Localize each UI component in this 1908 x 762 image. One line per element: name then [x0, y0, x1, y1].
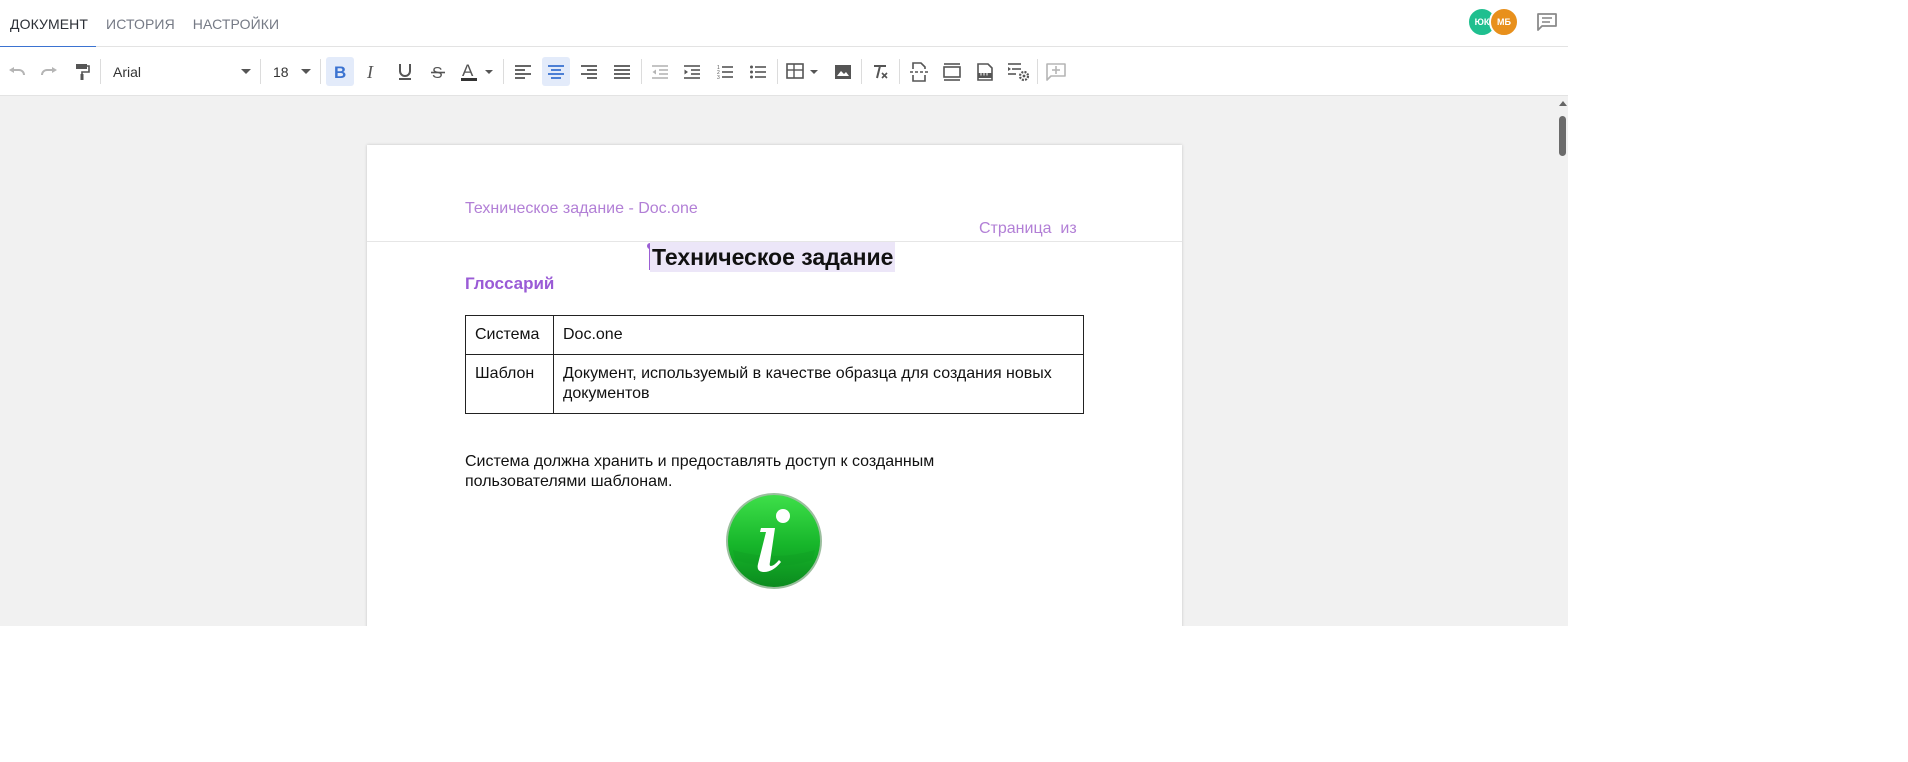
redo-icon	[41, 66, 57, 75]
numbered-list-button[interactable]: 123	[711, 57, 739, 86]
formatting-toolbar: Arial 18 B I S A 123	[0, 47, 1568, 96]
bold-button[interactable]: B	[326, 57, 354, 86]
indent-button[interactable]	[678, 57, 706, 86]
chevron-down-icon	[241, 69, 251, 74]
document-title[interactable]: Техническое задание	[650, 242, 896, 272]
italic-icon: I	[366, 64, 374, 80]
toolbar-separator	[100, 59, 101, 84]
avatar[interactable]: МБ	[1489, 7, 1519, 37]
numbered-list-icon: 123	[717, 65, 733, 79]
align-left-button[interactable]	[509, 57, 537, 86]
page-number-field[interactable]: Страница из	[979, 220, 1077, 238]
settings-icon	[1008, 62, 1030, 81]
strikethrough-icon: S	[431, 65, 445, 80]
svg-text:B: B	[334, 64, 346, 80]
scroll-up-arrow-icon[interactable]	[1559, 101, 1567, 106]
insert-image-button[interactable]	[829, 57, 857, 86]
scrollbar-thumb[interactable]	[1559, 116, 1566, 156]
underline-icon	[399, 63, 411, 80]
indent-icon	[684, 64, 700, 79]
glossary-heading[interactable]: Глоссарий	[465, 274, 554, 294]
table-row: Система Doc.one	[465, 315, 1084, 355]
bulleted-list-icon	[750, 65, 766, 78]
tab-settings[interactable]: НАСТРОЙКИ	[183, 0, 287, 47]
document-page[interactable]: Техническое задание - Doc.one Страница и…	[367, 145, 1182, 626]
add-comment-button[interactable]	[1042, 57, 1070, 86]
page-break-button[interactable]	[905, 57, 933, 86]
outdent-button[interactable]	[646, 57, 674, 86]
outdent-icon	[652, 64, 668, 79]
image-icon	[835, 64, 851, 79]
toolbar-separator	[1037, 59, 1038, 84]
align-center-button[interactable]	[542, 57, 570, 86]
clear-formatting-icon	[874, 64, 888, 79]
table-cell-term[interactable]: Шаблон	[465, 354, 554, 414]
toolbar-separator	[777, 59, 778, 84]
toolbar-separator	[861, 59, 862, 84]
toolbar-separator	[320, 59, 321, 84]
section-icon	[943, 62, 961, 81]
table-cell-definition[interactable]: Doc.one	[553, 315, 1084, 355]
table-cell-definition[interactable]: Документ, используемый в качестве образц…	[553, 354, 1084, 414]
font-size-value: 18	[273, 63, 289, 80]
text-color-icon: A	[461, 62, 493, 81]
page-header-title[interactable]: Техническое задание - Doc.one	[465, 200, 698, 218]
vertical-scrollbar[interactable]	[1557, 96, 1568, 626]
table-row: Шаблон Документ, используемый в качестве…	[465, 354, 1084, 414]
font-family-value: Arial	[113, 63, 142, 80]
svg-text:A: A	[462, 62, 474, 80]
text-color-button[interactable]: A	[457, 57, 495, 86]
toolbar-separator	[641, 59, 642, 84]
svg-text:I: I	[366, 64, 374, 80]
page-margins-button[interactable]	[971, 57, 999, 86]
italic-button[interactable]: I	[358, 57, 386, 86]
tab-bar: ДОКУМЕНТ ИСТОРИЯ НАСТРОЙКИ	[0, 0, 287, 48]
format-painter-button[interactable]	[68, 57, 96, 86]
font-family-select[interactable]: Arial	[113, 59, 251, 84]
underline-button[interactable]	[391, 57, 419, 86]
header-footer-button[interactable]	[938, 57, 966, 86]
bold-icon: B	[334, 64, 346, 80]
tab-history[interactable]: ИСТОРИЯ	[96, 0, 183, 47]
redo-button[interactable]	[35, 57, 63, 86]
align-right-button[interactable]	[575, 57, 603, 86]
table-cell-term[interactable]: Система	[465, 315, 554, 355]
chevron-down-icon	[301, 69, 311, 74]
top-bar: ДОКУМЕНТ ИСТОРИЯ НАСТРОЙКИ ЮК МБ	[0, 0, 1568, 48]
glossary-table[interactable]: Система Doc.one Шаблон Документ, использ…	[465, 315, 1084, 414]
align-left-icon	[515, 64, 531, 79]
undo-icon	[9, 66, 25, 75]
comment-icon	[1537, 13, 1557, 31]
align-justify-button[interactable]	[608, 57, 636, 86]
font-size-select[interactable]: 18	[273, 59, 311, 84]
toolbar-separator	[899, 59, 900, 84]
toolbar-separator	[260, 59, 261, 84]
undo-button[interactable]	[3, 57, 31, 86]
insert-table-button[interactable]	[784, 57, 822, 86]
svg-text:3: 3	[717, 75, 720, 79]
collaborators: ЮК МБ	[1467, 7, 1521, 37]
table-icon	[786, 62, 818, 79]
toolbar-separator	[503, 59, 504, 84]
align-center-icon	[548, 64, 564, 79]
comments-button[interactable]	[1534, 10, 1560, 34]
bulleted-list-button[interactable]	[744, 57, 772, 86]
tab-document[interactable]: ДОКУМЕНТ	[0, 0, 97, 48]
info-icon[interactable]	[725, 492, 823, 590]
align-right-icon	[581, 64, 597, 79]
ruler-icon	[977, 62, 993, 81]
body-paragraph[interactable]: Система должна хранить и предоставлять д…	[465, 452, 985, 492]
page-break-icon	[910, 61, 928, 82]
document-canvas[interactable]: Техническое задание - Doc.one Страница и…	[0, 96, 1568, 626]
paint-roller-icon	[76, 63, 90, 80]
add-comment-icon	[1046, 62, 1066, 81]
align-justify-icon	[614, 64, 630, 79]
strikethrough-button[interactable]: S	[424, 57, 452, 86]
clear-formatting-button[interactable]	[866, 57, 894, 86]
document-settings-button[interactable]	[1004, 57, 1034, 86]
